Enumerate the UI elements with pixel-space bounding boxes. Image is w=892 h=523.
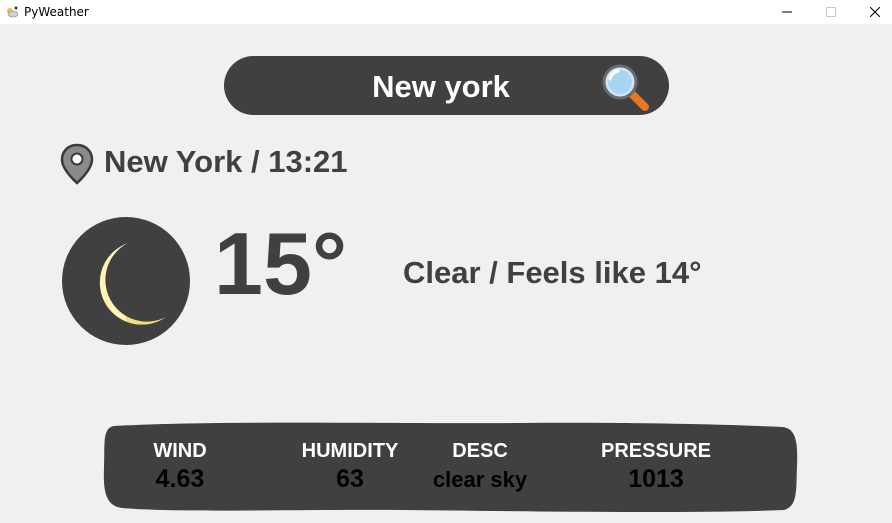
location-time-label: New York / 13:21 <box>104 144 348 179</box>
close-button[interactable] <box>852 0 892 24</box>
weather-stats-panel: WIND 4.63 HUMIDITY 63 DESC clear sky PRE… <box>100 418 800 514</box>
wind-label: WIND <box>153 440 207 462</box>
search-button[interactable] <box>600 62 652 114</box>
stat-pressure: PRESSURE 1013 <box>576 440 736 494</box>
maximize-icon <box>826 7 836 17</box>
wind-value: 4.63 <box>155 465 205 493</box>
pyweather-app-icon <box>7 6 19 18</box>
crescent-moon-icon <box>62 217 190 345</box>
pressure-label: PRESSURE <box>600 440 712 462</box>
map-pin-icon <box>60 143 94 185</box>
desc-value: clear sky <box>432 467 528 492</box>
title-bar: PyWeather <box>0 0 892 24</box>
desc-label: DESC <box>452 440 508 462</box>
minimize-button[interactable] <box>764 0 810 24</box>
temperature-value: 15° <box>214 214 348 313</box>
minimize-icon <box>782 11 792 13</box>
pressure-value: 1013 <box>628 465 684 493</box>
city-search-input[interactable] <box>254 66 628 108</box>
window-title: PyWeather <box>24 5 89 19</box>
maximize-button[interactable] <box>808 0 854 24</box>
close-icon <box>870 7 880 17</box>
search-bar <box>224 56 669 115</box>
stat-desc: DESC clear sky <box>400 440 560 493</box>
stat-wind: WIND 4.63 <box>100 440 260 494</box>
condition-feels-like: Clear / Feels like 14° <box>403 255 702 290</box>
magnifier-icon <box>602 64 649 111</box>
